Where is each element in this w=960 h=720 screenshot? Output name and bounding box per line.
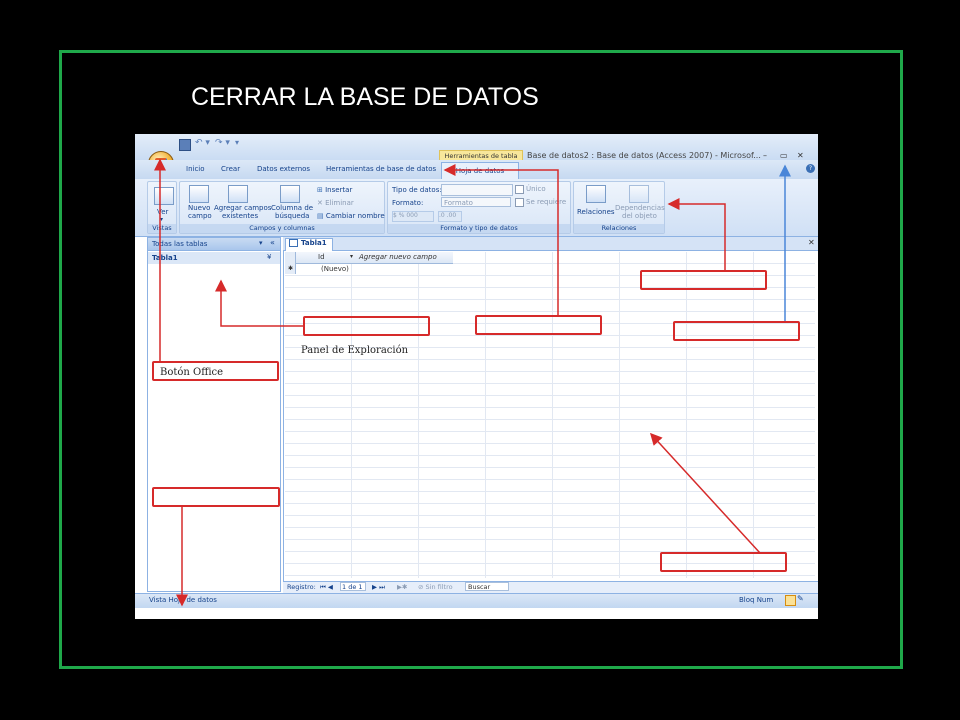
new-record-cell[interactable]: (Nuevo): [321, 265, 349, 273]
callout-panel-label: Panel de Exploración: [301, 345, 409, 356]
rename-icon: ▤: [317, 212, 326, 220]
view-icon[interactable]: [154, 187, 174, 205]
save-icon[interactable]: [179, 139, 191, 151]
expand-group-icon[interactable]: ¥: [267, 253, 271, 261]
datasheet-grid[interactable]: [285, 252, 815, 578]
blank-callout-status-bar: [152, 487, 280, 507]
help-icon[interactable]: ?: [806, 164, 815, 173]
columna-busqueda-label-2[interactable]: búsqueda: [275, 212, 309, 220]
formato-select[interactable]: Formato: [441, 197, 511, 207]
group-label-campos: Campos y columnas: [180, 224, 384, 233]
group-campos: Nuevo campo Agregar campos existentes Co…: [179, 181, 385, 234]
new-record-nav-icon[interactable]: ▶✱: [397, 583, 407, 591]
new-field-icon[interactable]: [189, 185, 209, 203]
group-label-relaciones: Relaciones: [574, 224, 664, 233]
insertar-label: Insertar: [325, 186, 353, 194]
ver-button[interactable]: Ver: [157, 208, 168, 216]
group-vistas: Ver ▾ Vistas: [147, 181, 177, 234]
close-document-icon[interactable]: ✕: [808, 238, 815, 247]
nav-group-label[interactable]: Tabla1: [152, 254, 178, 262]
group-label-formato: Formato y tipo de datos: [388, 224, 570, 233]
document-tab-bar: [283, 237, 818, 251]
columna-busqueda-label-1[interactable]: Columna de: [271, 204, 313, 212]
redo-icon[interactable]: ↷ ▾: [215, 138, 230, 148]
undo-icon[interactable]: ↶ ▾: [195, 138, 210, 148]
nuevo-campo-label-1[interactable]: Nuevo: [188, 204, 210, 212]
tab-crear[interactable]: Crear: [221, 165, 240, 173]
delete-icon: ✕: [317, 199, 326, 207]
chevron-down-icon: ▾: [160, 216, 164, 223]
navigation-pane: [147, 237, 281, 592]
dependencias-label-2[interactable]: del objeto: [622, 212, 657, 220]
group-formato: Tipo de datos: Formato: Formato $ % 000 …: [387, 181, 571, 234]
cambiar-nombre-button[interactable]: ▤ Cambiar nombre: [317, 212, 385, 220]
design-view-icon[interactable]: ✎: [797, 594, 804, 603]
add-fields-icon[interactable]: [228, 185, 248, 203]
window-title: Base de datos2 : Base de datos (Access 2…: [527, 151, 761, 160]
chevron-down-icon[interactable]: ▾: [350, 253, 353, 260]
tab-herramientas-bd[interactable]: Herramientas de base de datos: [326, 165, 436, 173]
blank-callout-window-controls: [673, 321, 800, 341]
tipo-datos-label: Tipo de datos:: [392, 186, 442, 194]
maximize-button[interactable]: ▭: [780, 151, 788, 160]
decimal-format-icon[interactable]: .0 .00: [438, 211, 462, 222]
unico-label: Único: [526, 185, 546, 193]
tab-inicio[interactable]: Inicio: [186, 165, 205, 173]
filter-label: Sin filtro: [425, 583, 453, 591]
tipo-datos-select[interactable]: [441, 184, 513, 196]
record-position-input[interactable]: 1 de 1: [340, 582, 366, 591]
se-requiere-label: Se requiere: [526, 198, 567, 206]
close-button[interactable]: ✕: [797, 151, 804, 160]
agregar-campos-label-2[interactable]: existentes: [222, 212, 258, 220]
blank-callout-nav-pane: [303, 316, 430, 336]
blank-callout-quick-access: [475, 315, 602, 335]
column-header-id[interactable]: Id: [318, 253, 325, 261]
currency-format-icon[interactable]: $ % 000: [392, 211, 434, 222]
formato-label: Formato:: [392, 199, 424, 207]
cambiar-nombre-label: Cambiar nombre: [325, 212, 385, 220]
se-requiere-checkbox[interactable]: [515, 198, 524, 207]
filter-button[interactable]: ⊘ Sin filtro: [418, 583, 453, 591]
document-tab-label[interactable]: Tabla1: [301, 239, 327, 247]
unico-checkbox[interactable]: [515, 185, 524, 194]
insert-icon: ⊞: [317, 186, 326, 194]
status-view-label: Vista Hoja de datos: [149, 596, 217, 604]
search-input[interactable]: Buscar: [465, 582, 509, 591]
chevron-down-icon[interactable]: ▾: [259, 239, 263, 247]
new-record-icon: ✱: [288, 265, 294, 272]
agregar-campos-label-1[interactable]: Agregar campos: [214, 204, 271, 212]
collapse-pane-icon[interactable]: «: [270, 238, 275, 247]
next-record-icon[interactable]: ▶ ⏭: [372, 583, 385, 592]
eliminar-button[interactable]: ✕ Eliminar: [317, 199, 354, 207]
blank-callout-ribbon: [640, 270, 767, 290]
slide-title: CERRAR LA BASE DE DATOS: [191, 83, 539, 111]
blank-callout-work-area: [660, 552, 787, 572]
group-relaciones: Relaciones Dependencias del objeto Relac…: [573, 181, 665, 234]
first-record-icon[interactable]: ⏮ ◀: [320, 583, 333, 592]
registro-label: Registro:: [287, 583, 316, 591]
status-bar: [135, 593, 818, 608]
table-icon: [289, 239, 298, 247]
relaciones-button[interactable]: Relaciones: [577, 208, 615, 216]
relationships-icon[interactable]: [586, 185, 606, 203]
filter-icon: ⊘: [418, 583, 426, 591]
eliminar-label: Eliminar: [325, 199, 354, 207]
datasheet-view-icon[interactable]: [785, 595, 796, 606]
column-header-add-field[interactable]: Agregar nuevo campo: [359, 253, 437, 261]
object-dependencies-icon[interactable]: [629, 185, 649, 203]
group-label-vistas: Vistas: [148, 224, 176, 233]
minimize-button[interactable]: –: [763, 151, 767, 160]
nuevo-campo-label-2[interactable]: campo: [188, 212, 212, 220]
tab-hoja-de-datos[interactable]: Hoja de datos: [441, 162, 519, 179]
nav-pane-title[interactable]: Todas las tablas: [152, 240, 207, 248]
status-numlock: Bloq Num: [739, 596, 774, 604]
callout-office-label: Botón Office: [160, 367, 224, 378]
customize-qat-icon[interactable]: ▾: [235, 138, 239, 147]
insertar-button[interactable]: ⊞ Insertar: [317, 186, 352, 194]
tab-datos-externos[interactable]: Datos externos: [257, 165, 310, 173]
dependencias-label-1[interactable]: Dependencias: [615, 204, 665, 212]
lookup-column-icon[interactable]: [280, 185, 300, 203]
